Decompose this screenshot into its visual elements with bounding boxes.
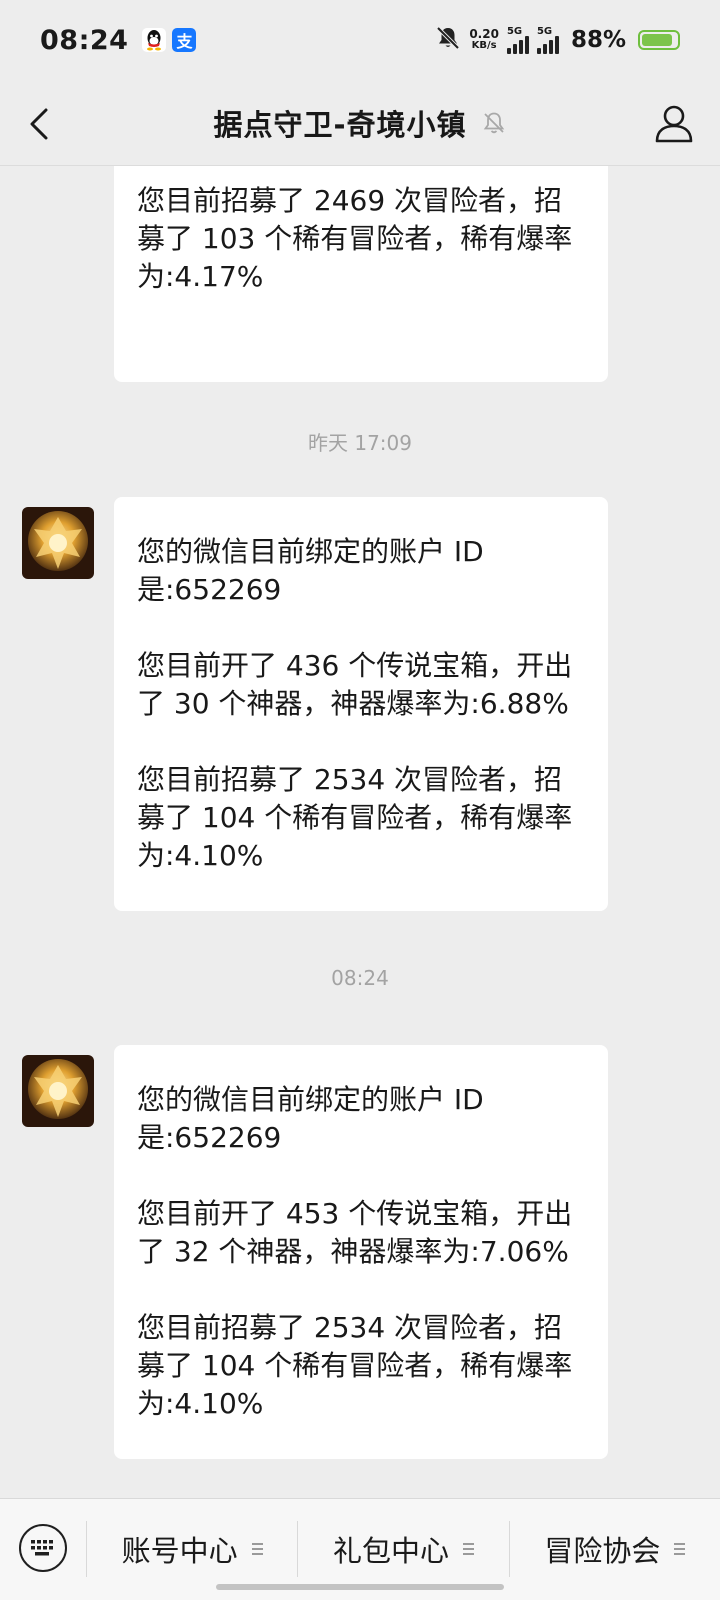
back-button[interactable] bbox=[26, 104, 62, 144]
battery-icon bbox=[638, 30, 680, 50]
message-bubble[interactable]: 您的微信目前绑定的账户 ID 是:652269 您目前开了 453 个传说宝箱，… bbox=[114, 1045, 608, 1459]
chat-title: 据点守卫-奇境小镇 bbox=[213, 107, 467, 142]
home-indicator[interactable] bbox=[216, 1584, 504, 1590]
signal-icon: 5G bbox=[506, 26, 529, 54]
battery-percent: 88% bbox=[570, 27, 626, 53]
message-bubble[interactable]: 您目前招募了 2469 次冒险者，招募了 103 个稀有冒险者，稀有爆率为:4.… bbox=[114, 166, 608, 382]
keyboard-icon bbox=[19, 1524, 67, 1572]
message-text: 您目前开了 453 个传说宝箱，开出了 32 个神器，神器爆率为:7.06% bbox=[137, 1197, 573, 1268]
message-timestamp: 昨天 17:09 bbox=[308, 431, 412, 455]
message-bubble[interactable]: 您的微信目前绑定的账户 ID 是:652269 您目前开了 436 个传说宝箱，… bbox=[114, 497, 608, 911]
net-speed-unit: KB/s bbox=[471, 40, 497, 51]
back-arrow-icon bbox=[30, 108, 48, 140]
menu-item-label: 冒险协会 bbox=[544, 1534, 661, 1568]
net-speed: 0.20 KB/s bbox=[469, 28, 499, 52]
submenu-icon bbox=[674, 1543, 686, 1555]
message-timestamp: 08:24 bbox=[331, 966, 389, 990]
message-text: 您目前招募了 2534 次冒险者，招募了 104 个稀有冒险者，稀有爆率为:4.… bbox=[137, 1311, 573, 1420]
message-text: 您目前开了 436 个传说宝箱，开出了 30 个神器，神器爆率为:6.88% bbox=[137, 649, 573, 720]
keyboard-toggle-button[interactable] bbox=[0, 1499, 86, 1597]
status-bar: 08:24 支 0.20 KB/s 5G 5G 88% bbox=[0, 0, 720, 80]
menu-item-label: 礼包中心 bbox=[332, 1534, 449, 1568]
mute-bell-icon bbox=[481, 110, 507, 136]
mute-bell-icon bbox=[435, 25, 461, 55]
qq-icon bbox=[142, 28, 167, 52]
net-speed-value: 0.20 bbox=[469, 27, 499, 41]
chat-header: 据点守卫-奇境小镇 bbox=[0, 80, 720, 166]
message-list[interactable]: 您目前招募了 2469 次冒险者，招募了 103 个稀有冒险者，稀有爆率为:4.… bbox=[0, 166, 720, 1498]
signal-type-label: 5G bbox=[536, 26, 553, 37]
message-text: 您的微信目前绑定的账户 ID 是:652269 bbox=[137, 535, 484, 606]
signal-type-label: 5G bbox=[506, 26, 523, 37]
chat-screen: 08:24 支 0.20 KB/s 5G 5G 88% 据点守卫-奇境小镇 您目… bbox=[0, 0, 720, 1600]
avatar[interactable] bbox=[22, 1055, 94, 1127]
submenu-icon bbox=[251, 1543, 263, 1555]
menu-item-adventure-guild[interactable]: 冒险协会 bbox=[508, 1521, 720, 1577]
alipay-icon: 支 bbox=[172, 28, 197, 52]
message-text: 您目前招募了 2469 次冒险者，招募了 103 个稀有冒险者，稀有爆率为:4.… bbox=[137, 184, 573, 293]
avatar[interactable] bbox=[22, 507, 94, 579]
menu-item-account-center[interactable]: 账号中心 bbox=[86, 1521, 297, 1577]
status-time: 08:24 bbox=[40, 24, 129, 56]
official-account-menu: 账号中心 礼包中心 冒险协会 bbox=[0, 1498, 720, 1600]
signal-icon: 5G bbox=[536, 26, 559, 54]
message-text: 您的微信目前绑定的账户 ID 是:652269 bbox=[137, 1083, 484, 1154]
menu-item-label: 账号中心 bbox=[121, 1534, 238, 1568]
message-text: 您目前招募了 2534 次冒险者，招募了 104 个稀有冒险者，稀有爆率为:4.… bbox=[137, 763, 573, 872]
submenu-icon bbox=[463, 1543, 474, 1555]
person-icon bbox=[655, 105, 693, 143]
status-indicators: 0.20 KB/s 5G 5G 88% bbox=[435, 25, 680, 55]
menu-item-gift-center[interactable]: 礼包中心 bbox=[297, 1521, 508, 1577]
chat-info-button[interactable] bbox=[654, 102, 694, 144]
